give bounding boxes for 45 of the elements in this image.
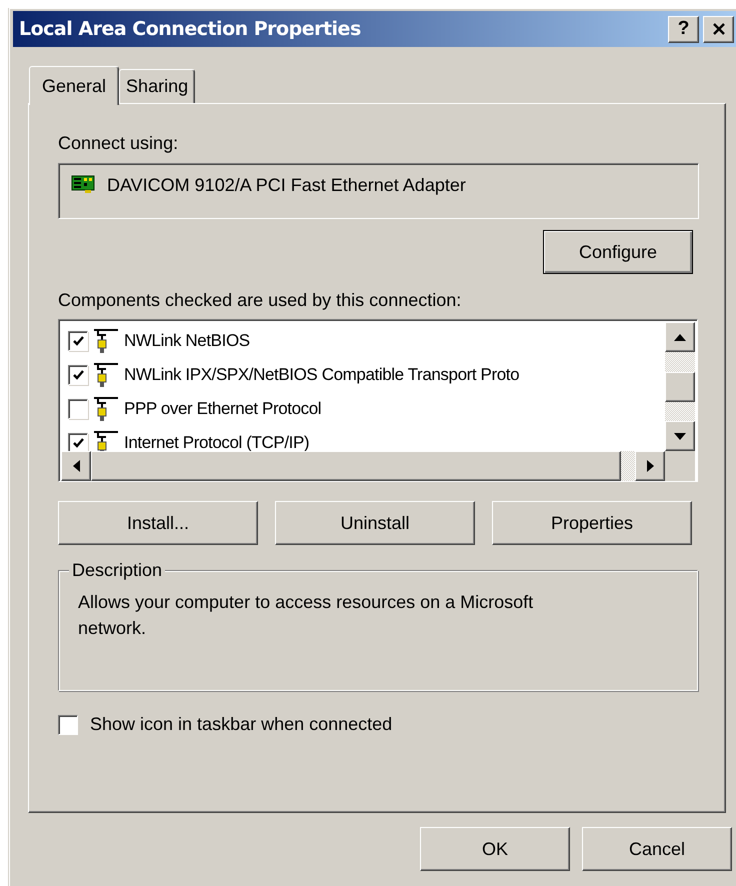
configure-button[interactable]: Configure xyxy=(543,230,693,274)
action-button[interactable]: Install... xyxy=(58,501,258,545)
dialog-button[interactable]: Cancel xyxy=(582,827,732,871)
checkmark-icon xyxy=(72,368,84,382)
description-text: Allows your computer to access resources on a Microsoft network. xyxy=(78,591,534,640)
left-arrow-icon xyxy=(72,460,80,472)
network-protocol-icon xyxy=(92,395,120,423)
checkbox[interactable] xyxy=(68,399,88,419)
component-name[interactable]: NWLink NetBIOS xyxy=(124,331,250,351)
window-title: Local Area Connection Properties xyxy=(19,18,361,40)
dialog-button[interactable]: OK xyxy=(420,827,570,871)
network-protocol-icon xyxy=(92,361,120,389)
tab[interactable]: General xyxy=(29,66,120,105)
close-button[interactable] xyxy=(703,16,734,42)
connect-using-label: Connect using: xyxy=(58,132,180,154)
action-button[interactable]: Uninstall xyxy=(275,501,475,545)
vertical-scrollbar[interactable] xyxy=(665,322,695,451)
network-protocol-icon xyxy=(92,429,120,451)
checkmark-icon xyxy=(72,436,84,450)
components-label: Components checked are used by this connection: xyxy=(58,289,462,311)
network-card-icon xyxy=(71,174,97,194)
up-arrow-icon xyxy=(674,334,686,340)
scroll-right-button[interactable] xyxy=(635,451,665,481)
network-protocol-icon xyxy=(92,327,120,355)
right-arrow-icon xyxy=(646,460,654,472)
down-arrow-icon xyxy=(674,432,686,440)
adapter-name: DAVICOM 9102/A PCI Fast Ethernet Adapter xyxy=(107,174,466,196)
checkbox[interactable] xyxy=(58,714,78,734)
checkbox[interactable] xyxy=(68,365,88,385)
tab[interactable]: Sharing xyxy=(119,69,196,103)
help-button[interactable]: ? xyxy=(668,16,699,42)
checkbox-label[interactable]: Show icon in taskbar when connected xyxy=(90,714,392,735)
action-button[interactable]: Properties xyxy=(492,501,692,545)
component-name[interactable]: PPP over Ethernet Protocol xyxy=(124,399,322,419)
checkbox[interactable] xyxy=(68,331,88,351)
horizontal-scrollbar[interactable] xyxy=(61,451,695,481)
scroll-up-button[interactable] xyxy=(665,322,695,352)
scrollbar-thumb[interactable] xyxy=(665,372,695,402)
scroll-left-button[interactable] xyxy=(61,451,91,481)
close-icon xyxy=(712,23,726,35)
scrollbar-thumb[interactable] xyxy=(91,451,621,481)
component-name[interactable]: NWLink IPX/SPX/NetBIOS Compatible Transport Proto xyxy=(124,365,520,385)
checkmark-icon xyxy=(72,334,84,348)
checkbox[interactable] xyxy=(68,433,88,451)
scroll-down-button[interactable] xyxy=(665,421,695,451)
